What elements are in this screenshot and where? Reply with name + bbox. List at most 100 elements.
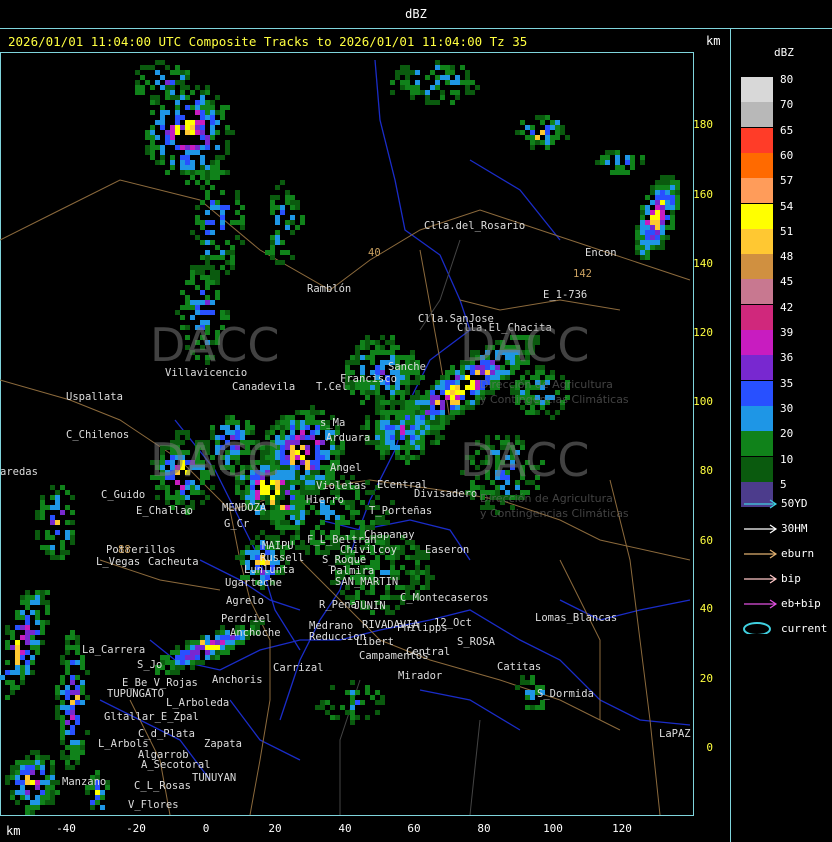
- place-label: SAN_MARTIN: [335, 576, 398, 588]
- place-label: Libert: [356, 636, 394, 648]
- place-label: TUNUYAN: [192, 772, 236, 784]
- legend-swatch: [741, 355, 773, 381]
- track-legend-label: bip: [781, 572, 801, 585]
- watermark-logo-3: DACC: [150, 433, 280, 487]
- legend-swatch: [741, 152, 773, 178]
- x-tick-label: 100: [543, 822, 563, 835]
- place-label: Catitas: [497, 661, 541, 673]
- map-title: 2026/01/01 11:04:00 UTC Composite Tracks…: [8, 34, 528, 49]
- y-tick-label: 120: [693, 326, 713, 339]
- place-label: Encon: [585, 247, 617, 259]
- legend-label: 45: [780, 275, 794, 289]
- place-label: LaPAZ: [659, 728, 691, 740]
- place-label: Ugarteche: [225, 577, 282, 589]
- y-tick-label: 100: [693, 395, 713, 408]
- watermark-sub-2a: Dirección de Agricultura: [480, 378, 613, 391]
- place-label: Francisco: [340, 373, 397, 385]
- place-label: Potrerillos: [106, 544, 176, 556]
- place-label: Lomas_Blancas: [535, 612, 617, 624]
- track-legend-label: current: [781, 622, 828, 635]
- place-label: L_Vegas: [96, 556, 140, 568]
- place-label: E_1-736: [543, 289, 587, 301]
- legend-swatch: [741, 279, 773, 305]
- place-label: C_Chilenos: [66, 429, 129, 441]
- place-label: Sanche: [388, 361, 426, 373]
- x-tick-label: 120: [612, 822, 632, 835]
- x-tick-label: 40: [338, 822, 351, 835]
- x-tick-label: 80: [477, 822, 490, 835]
- place-label: Central: [406, 646, 450, 658]
- place-label: MAIPU: [262, 540, 294, 552]
- place-label: L_Arboleda: [166, 697, 229, 709]
- place-label: La_Carrera: [82, 644, 145, 656]
- place-label: E_Challao: [136, 505, 193, 517]
- track-arrow-icon: [744, 574, 778, 584]
- watermark-sub-4b: y Contingencias Climáticas: [480, 507, 629, 520]
- place-label: Anchoche: [230, 627, 281, 639]
- legend-label: 42: [780, 300, 794, 314]
- place-label: Ramblón: [307, 283, 351, 295]
- place-label: T.Cel: [316, 381, 348, 393]
- radar-map[interactable]: -40 -20 0 20 40 60 80 100 120 180160140120100806…: [0, 0, 832, 842]
- legend-label: 5: [780, 477, 787, 491]
- place-label: Agrelo: [226, 595, 264, 607]
- legend-label: 48: [780, 250, 794, 264]
- legend-label: 65: [780, 123, 794, 137]
- legend-swatch: [741, 178, 773, 204]
- legend-swatch: [741, 456, 773, 482]
- place-label: A_Secotoral: [141, 759, 211, 771]
- x-tick-label: -40: [56, 822, 76, 835]
- legend-swatch: [741, 127, 773, 153]
- y-tick-label: 40: [700, 602, 713, 615]
- legend-swatch: [741, 77, 773, 102]
- place-label: 40: [368, 247, 381, 259]
- legend-swatch: [741, 431, 773, 457]
- place-label: Violetas: [316, 480, 367, 492]
- legend-label: 39: [780, 326, 794, 339]
- legend-label: 54: [780, 199, 794, 213]
- legend-label: 57: [780, 174, 794, 188]
- legend-label: 36: [780, 351, 794, 365]
- watermark-logo-1: DACC: [150, 318, 280, 372]
- km-unit-bottom: km: [6, 824, 21, 838]
- place-label: Perdriel: [221, 613, 272, 625]
- place-label: Zapata: [204, 738, 242, 750]
- legend-swatch: [741, 254, 773, 280]
- legend-swatch: [741, 380, 773, 406]
- place-label: Clla.del_Rosario: [424, 220, 525, 232]
- track-arrow-icon: [744, 599, 778, 609]
- place-label: C_L_Rosas: [134, 780, 191, 792]
- place-label: Mirador: [398, 670, 442, 682]
- legend-label: 80: [780, 73, 794, 86]
- place-label: 12_Oct: [434, 617, 472, 629]
- place-label: Divisadero: [414, 488, 477, 500]
- watermark-logo-4: DACC: [460, 433, 590, 487]
- place-label: Manzano: [62, 776, 106, 788]
- legend-label: 51: [780, 224, 794, 238]
- legend-swatch: [741, 102, 773, 128]
- place-label: Easeron: [425, 544, 469, 556]
- watermark-logo-2: DACC: [460, 318, 590, 372]
- place-label: TUPUNGATO: [107, 688, 164, 700]
- track-legend-label: eb+bip: [781, 597, 821, 610]
- place-label: 142: [573, 268, 592, 280]
- place-label: Lunlunta: [244, 564, 295, 576]
- y-tick-label: 20: [700, 672, 713, 685]
- legend-swatch: [741, 228, 773, 254]
- place-label: Angel: [330, 462, 362, 474]
- y-tick-label: 80: [700, 464, 713, 477]
- track-legend-label: eburn: [781, 547, 815, 560]
- track-arrow-icon: [744, 549, 778, 559]
- legend-label: 30: [780, 401, 794, 415]
- place-label: aredas: [0, 466, 38, 478]
- place-label: Arduara: [326, 432, 370, 444]
- y-tick-label: 160: [693, 188, 713, 201]
- place-label: Anchoris: [212, 674, 263, 686]
- place-label: Cacheuta: [148, 556, 199, 568]
- place-label: C_Montecaseros: [400, 592, 489, 604]
- y-tick-label: 60: [700, 534, 713, 547]
- track-legend-label: 50YD: [781, 497, 808, 510]
- watermark-sub-4a: Dirección de Agricultura: [480, 492, 613, 505]
- y-tick-label: 140: [693, 257, 713, 270]
- x-tick-label: 60: [407, 822, 420, 835]
